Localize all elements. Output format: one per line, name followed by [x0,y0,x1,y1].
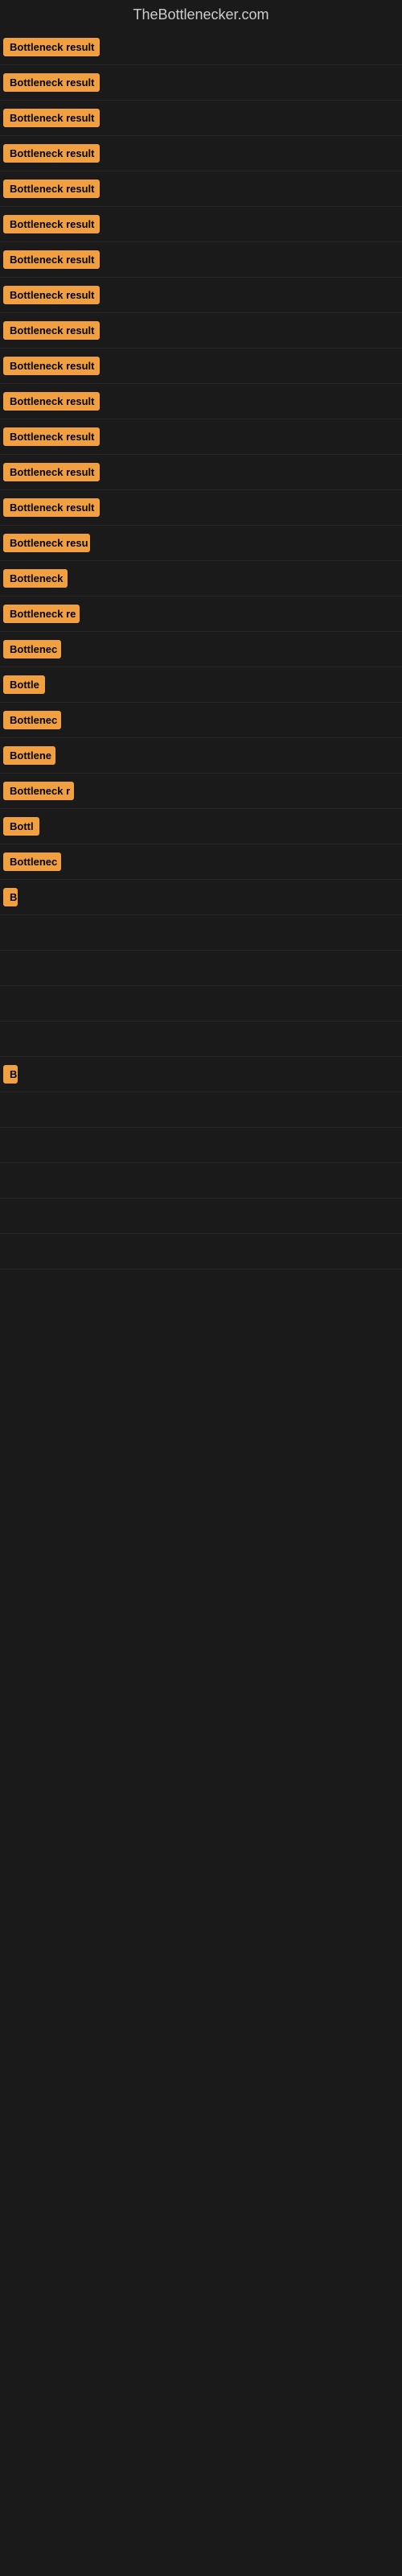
bottleneck-result-badge[interactable]: Bottleneck result [3,286,100,304]
bottleneck-result-badge[interactable]: Bottlenec [3,640,61,658]
list-item [0,915,402,951]
bottleneck-result-badge[interactable]: Bottleneck [3,569,68,588]
list-item [0,1234,402,1269]
list-item: B [0,880,402,915]
bottleneck-result-badge[interactable]: B [3,888,18,906]
list-item: Bottleneck result [0,278,402,313]
bottleneck-result-badge[interactable]: Bottleneck result [3,109,100,127]
list-item [0,1163,402,1199]
bottleneck-result-badge[interactable]: Bottleneck result [3,357,100,375]
list-item [0,1199,402,1234]
list-item: Bottleneck result [0,455,402,490]
bottleneck-result-badge[interactable]: Bottleneck re [3,605,80,623]
list-item: Bottleneck result [0,171,402,207]
list-item: Bottleneck re [0,597,402,632]
bottleneck-result-badge[interactable]: Bottleneck resu [3,534,90,552]
bottleneck-result-badge[interactable]: B [3,1065,18,1084]
list-item: Bottleneck result [0,136,402,171]
bottleneck-result-badge[interactable]: Bottleneck result [3,180,100,198]
bottleneck-result-badge[interactable]: Bottleneck result [3,73,100,92]
bottleneck-result-badge[interactable]: Bottleneck result [3,392,100,411]
list-item: Bottlenec [0,703,402,738]
bottleneck-result-badge[interactable]: Bottleneck result [3,321,100,340]
list-item [0,986,402,1022]
bottleneck-result-badge[interactable]: Bottle [3,675,45,694]
list-item: Bottleneck result [0,101,402,136]
list-item: Bottleneck result [0,242,402,278]
list-item: B [0,1057,402,1092]
site-title: TheBottlenecker.com [0,0,402,30]
list-item: Bottleneck result [0,349,402,384]
bottleneck-result-badge[interactable]: Bottlenec [3,852,61,871]
bottleneck-result-badge[interactable]: Bottleneck result [3,463,100,481]
list-item: Bottleneck result [0,313,402,349]
list-item: Bottle [0,667,402,703]
list-item: Bottleneck r [0,774,402,809]
list-item [0,1128,402,1163]
bottleneck-result-badge[interactable]: Bottleneck result [3,250,100,269]
site-header: TheBottlenecker.com [0,0,402,30]
bottleneck-result-badge[interactable]: Bottlenec [3,711,61,729]
bottleneck-result-badge[interactable]: Bottleneck result [3,38,100,56]
list-item: Bottleneck result [0,30,402,65]
badge-list: Bottleneck result Bottleneck result Bottle… [0,30,402,1269]
bottleneck-result-badge[interactable]: Bottl [3,817,39,836]
list-item: Bottleneck [0,561,402,597]
list-item: Bottleneck result [0,490,402,526]
list-item: Bottleneck resu [0,526,402,561]
list-item: Bottlenec [0,632,402,667]
bottleneck-result-badge[interactable]: Bottlene [3,746,55,765]
list-item [0,951,402,986]
bottleneck-result-badge[interactable]: Bottleneck result [3,427,100,446]
list-item: Bottlenec [0,844,402,880]
list-item [0,1092,402,1128]
list-item: Bottleneck result [0,419,402,455]
list-item: Bottl [0,809,402,844]
list-item: Bottleneck result [0,65,402,101]
list-item [0,1022,402,1057]
bottleneck-result-badge[interactable]: Bottleneck result [3,144,100,163]
bottleneck-result-badge[interactable]: Bottleneck result [3,215,100,233]
list-item: Bottlene [0,738,402,774]
bottleneck-result-badge[interactable]: Bottleneck result [3,498,100,517]
bottleneck-result-badge[interactable]: Bottleneck r [3,782,74,800]
list-item: Bottleneck result [0,384,402,419]
list-item: Bottleneck result [0,207,402,242]
